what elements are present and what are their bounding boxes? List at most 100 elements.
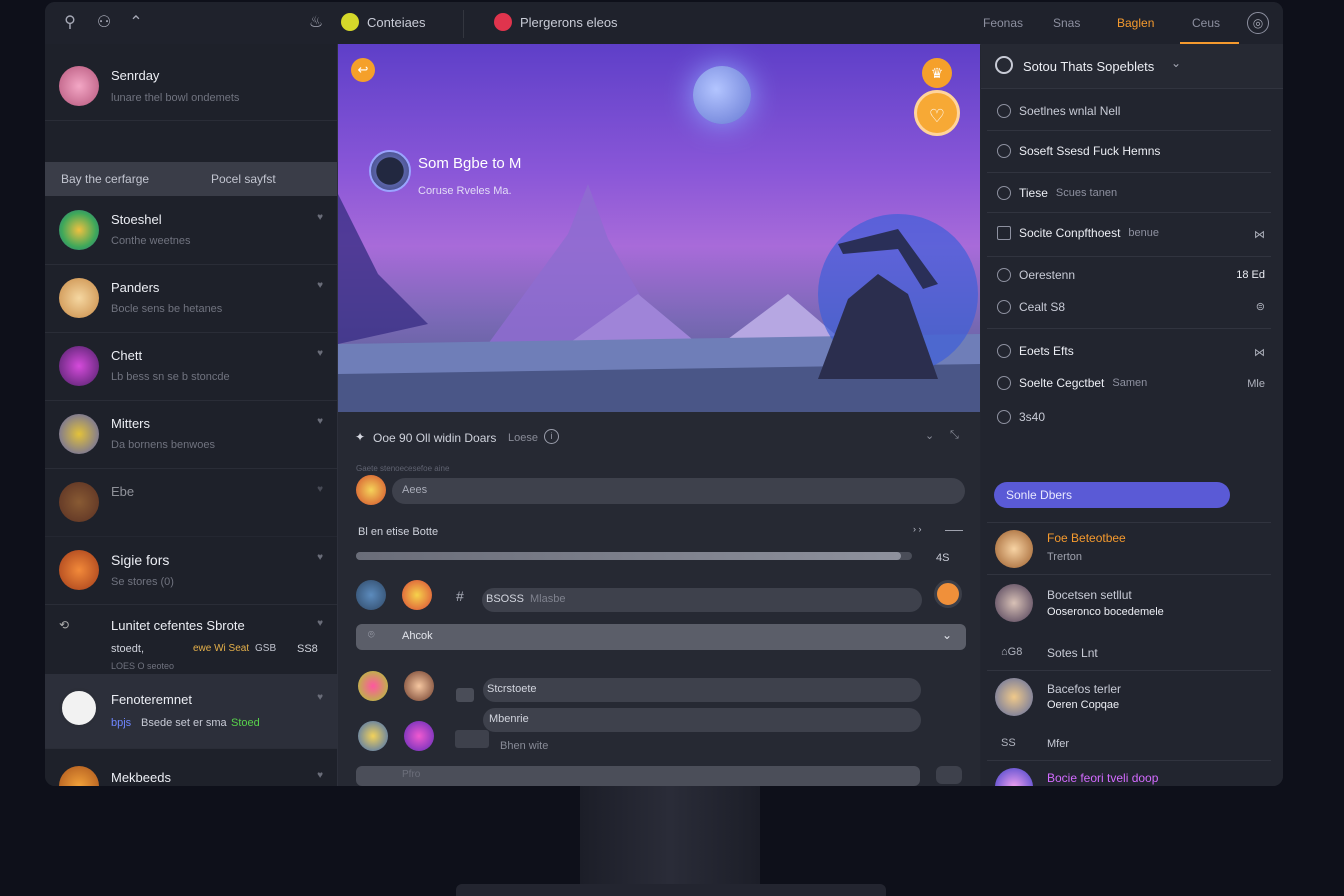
hash-icon[interactable]: # [456,588,464,604]
panel-item[interactable]: Soelte Cegctbet Samen [997,376,1147,390]
avatar [59,66,99,106]
input-4-text: Mbenrie [489,713,529,725]
panel-item[interactable]: Oerestenn [997,268,1075,282]
pin-icon[interactable]: ♥ [317,618,323,629]
message-input-4[interactable]: Mbenrie [483,708,921,732]
subtab-2[interactable]: Pocel sayfst [211,172,276,186]
dropdown-label: Ahcok [402,630,433,642]
panel-item[interactable]: 3s40 [997,410,1045,424]
message-input-2[interactable]: BSOSS Mlasbe [482,588,922,612]
list-item[interactable]: Mekbeeds ♥ [45,748,337,786]
avatar[interactable] [995,584,1033,622]
chevron-down-icon[interactable]: ⌄ [925,429,934,442]
panel-item-sub: benue [1128,227,1159,239]
pin-icon[interactable]: ♥ [317,552,323,563]
message-input-1[interactable]: Aees [392,478,965,504]
panel-item[interactable]: Socite Conpfthoest benue [997,226,1159,240]
dropdown-select[interactable]: ⌾ Ahcok ⌄ [356,624,966,650]
flame-icon[interactable]: ♨ [305,12,327,34]
divider [987,670,1271,671]
conversation-preview: stoedt, [111,643,145,655]
search-icon[interactable]: ⚲ [59,12,81,34]
hero-subtitle: Coruse Rveles Ma. [418,185,512,197]
list-item[interactable]: ⟲ Lunitet cefentes Sbrote stoedt, ewe Wi… [45,604,337,675]
pin-icon[interactable]: ♥ [317,280,323,291]
panel-title: Sotou Thats Sopeblets [1023,59,1155,74]
divider [987,574,1271,575]
back-button[interactable]: ↩ [351,58,375,82]
tab-1[interactable]: Feonas [983,16,1023,30]
list-item[interactable]: Mitters Da bornens benwoes ♥ [45,400,337,469]
section-title: Ooe 90 Oll widin Doars [373,431,497,445]
message-input-3[interactable]: Stcrstoete [483,678,921,702]
input-1-text: Aees [402,484,428,496]
friend-name[interactable]: Sotes Lnt [1047,646,1098,660]
row-extra-b: GSB [255,643,277,654]
skip-icon[interactable]: › › [913,524,922,534]
primary-action-button[interactable]: Sonle Dbers [994,482,1230,508]
list-item[interactable]: Chett Lb bess sn se b stoncde ♥ [45,332,337,401]
list-item[interactable]: Ebe ♥ [45,468,337,537]
list-item-selected[interactable]: Fenoteremnet bpjs Bsede set er sma Stoed… [45,674,337,749]
list-item[interactable]: Senrday lunare thel bowl ondemets [45,44,337,121]
expand-icon[interactable]: ⋈ [1254,228,1265,241]
list-item[interactable]: Panders Bocle sens be hetanes ♥ [45,264,337,333]
avatar[interactable] [995,678,1033,716]
pin-icon[interactable]: ♥ [317,770,323,781]
bulb-icon[interactable]: ⚇ [93,12,115,34]
user-icon [997,186,1011,200]
friend-sub: Ooseronco bocedemele [1047,606,1164,618]
panel-item[interactable]: Soetlnes wnlal Nell [997,104,1120,118]
minus-icon[interactable] [945,530,963,531]
panel-item-label: Oerestenn [1019,268,1076,282]
tab-3-active[interactable]: Baglen [1117,16,1154,30]
crown-button[interactable]: ♛ [922,58,952,88]
record-button[interactable] [934,580,962,608]
message-input-last[interactable]: Pfro [356,766,920,786]
collapse-icon[interactable]: ⤡ [950,429,959,442]
friend-name[interactable]: Bocetsen setllut [1047,588,1132,602]
pin-icon[interactable]: ♥ [317,692,323,703]
attachment-icon[interactable] [455,730,489,748]
panel-item-value: 18 Ed [1236,269,1265,281]
conversation-preview: Conthe weetnes [111,235,191,247]
conversation-preview: Da bornens benwoes [111,439,215,451]
avatar[interactable] [995,768,1033,786]
avatar [356,580,386,610]
tab-2[interactable]: Snas [1053,16,1080,30]
input-last-text: Pfro [402,769,421,780]
panel-item-label: Tiese [1019,186,1048,200]
send-button[interactable] [936,766,962,784]
friend-name[interactable]: Bocie feori tveli doop [1047,771,1158,785]
channel-pill-2[interactable]: Plergerons eleos [494,13,618,31]
pin-icon[interactable]: ♥ [317,348,323,359]
heart-button[interactable]: ♡ [914,90,960,136]
panel-item[interactable]: Cealt S8 [997,300,1065,314]
image-icon[interactable] [456,688,474,702]
pin-icon[interactable]: ♥ [317,212,323,223]
expand-icon[interactable]: ⋈ [1254,346,1265,359]
list-item[interactable]: Sigie fors Se stores (0) ♥ [45,536,337,605]
list-item[interactable]: Stoeshel Conthe weetnes ♥ [45,196,337,265]
pin-icon[interactable]: ♥ [317,416,323,427]
tab-4[interactable]: Ceus [1192,16,1220,30]
divider [987,172,1271,173]
info-icon[interactable]: i [544,429,559,444]
divider [987,130,1271,131]
input-2-text: BSOSS [486,593,524,605]
subtab-1[interactable]: Bay the cerfarge [61,172,149,186]
friend-name[interactable]: Mfer [1047,738,1069,750]
settings-icon[interactable]: ⊜ [1256,300,1265,313]
panel-item[interactable]: Eoets Efts [997,344,1074,358]
pin-icon[interactable]: ♥ [317,484,323,495]
panel-item[interactable]: Tiese Scues tanen [997,186,1117,200]
globe-icon[interactable]: ◎ [1247,12,1269,34]
chevron-up-icon[interactable]: ⌃ [125,12,147,34]
friend-name[interactable]: Foe Beteotbee [1047,531,1126,545]
friend-name[interactable]: Bacefos terler [1047,682,1121,696]
highlight-green: Stoed [231,717,260,729]
panel-item[interactable]: Soseft Ssesd Fuck Hemns [997,144,1160,158]
channel-pill-1[interactable]: Conteiaes [341,13,426,31]
chevron-down-icon[interactable]: ⌄ [1171,56,1181,70]
avatar[interactable] [995,530,1033,568]
